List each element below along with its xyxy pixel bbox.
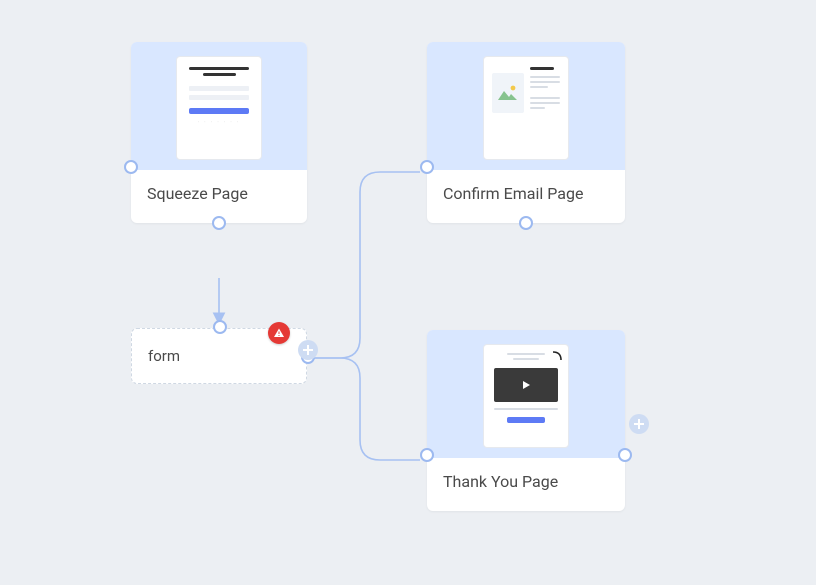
page-preview-thankyou (483, 344, 569, 448)
image-icon (497, 84, 519, 102)
node-label: form (148, 347, 180, 365)
port-output-bottom[interactable] (519, 216, 533, 230)
port-input-top[interactable] (213, 320, 227, 334)
port-input-left[interactable] (420, 448, 434, 462)
port-output-bottom[interactable] (212, 216, 226, 230)
node-squeeze-page[interactable]: · · · · · · · Squeeze Page (131, 42, 307, 223)
funnel-canvas[interactable]: · · · · · · · Squeeze Page form (0, 0, 816, 585)
node-thumbnail (427, 330, 625, 458)
node-thumbnail: · · · · · · · (131, 42, 307, 170)
connection-wires (0, 0, 816, 585)
port-output-right[interactable] (618, 448, 632, 462)
corner-mark (552, 351, 562, 361)
warning-icon[interactable] (268, 322, 290, 344)
node-thank-you-page[interactable]: Thank You Page (427, 330, 625, 511)
node-confirm-email-page[interactable]: Confirm Email Page (427, 42, 625, 223)
port-input-left[interactable] (124, 160, 138, 174)
play-icon (521, 380, 531, 390)
node-thumbnail (427, 42, 625, 170)
page-preview-confirm (483, 56, 569, 160)
node-label: Squeeze Page (147, 184, 248, 203)
add-button[interactable] (629, 414, 649, 434)
page-preview-squeeze: · · · · · · · (176, 56, 262, 160)
node-label: Confirm Email Page (443, 184, 583, 203)
add-button[interactable] (298, 340, 318, 360)
port-input-left[interactable] (420, 160, 434, 174)
node-label: Thank You Page (443, 472, 558, 491)
